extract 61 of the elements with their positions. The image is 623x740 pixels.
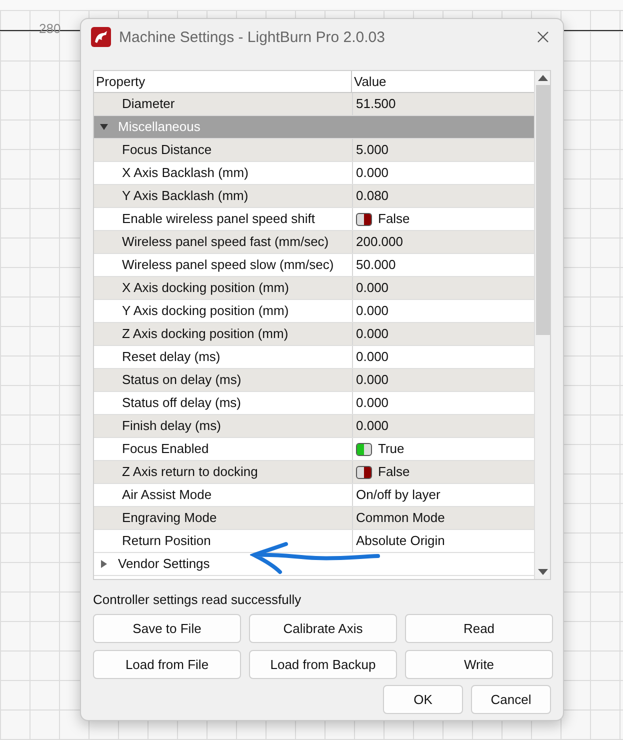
- action-button[interactable]: Write: [405, 650, 553, 679]
- property-value[interactable]: Absolute Origin: [353, 530, 534, 552]
- property-value[interactable]: 0.000: [353, 162, 534, 184]
- close-icon: [537, 31, 549, 43]
- property-value: False: [378, 210, 410, 228]
- property-value[interactable]: 0.080: [353, 185, 534, 207]
- toggle-switch[interactable]: [356, 442, 372, 456]
- property-value[interactable]: 51.500: [353, 93, 534, 115]
- property-name: Z Axis docking position (mm): [94, 323, 353, 345]
- dragon-logo-icon: [91, 27, 111, 47]
- property-name: Diameter: [94, 93, 353, 115]
- property-name: Return Position: [94, 530, 353, 552]
- action-button[interactable]: Calibrate Axis: [249, 614, 397, 643]
- property-value[interactable]: 0.000: [353, 369, 534, 391]
- cancel-button[interactable]: Cancel: [471, 685, 551, 714]
- property-value[interactable]: 50.000: [353, 254, 534, 276]
- scroll-up-icon[interactable]: [538, 75, 548, 81]
- property-name: Wireless panel speed fast (mm/sec): [94, 231, 353, 253]
- property-name: Y Axis Backlash (mm): [94, 185, 353, 207]
- property-name: Z Axis return to docking: [94, 461, 353, 483]
- property-name: Focus Distance: [94, 139, 353, 161]
- property-value[interactable]: 0.000: [353, 277, 534, 299]
- action-button[interactable]: Read: [405, 614, 553, 643]
- property-name: Wireless panel speed slow (mm/sec): [94, 254, 353, 276]
- scroll-thumb[interactable]: [536, 85, 550, 335]
- toggle-switch[interactable]: [356, 212, 372, 226]
- action-button[interactable]: Load from Backup: [249, 650, 397, 679]
- action-button[interactable]: Load from File: [93, 650, 241, 679]
- property-name: Engraving Mode: [94, 507, 353, 529]
- property-value: False: [378, 463, 410, 481]
- property-name: Finish delay (ms): [94, 415, 353, 437]
- property-name: Enable wireless panel speed shift: [94, 208, 353, 230]
- property-value[interactable]: 0.000: [353, 346, 534, 368]
- property-name: Focus Enabled: [94, 438, 353, 460]
- property-name: Y Axis docking position (mm): [94, 300, 353, 322]
- toggle-switch[interactable]: [356, 466, 372, 478]
- column-header[interactable]: Value: [352, 71, 534, 92]
- expanded-icon: [100, 123, 108, 131]
- column-header[interactable]: Property: [94, 71, 352, 92]
- action-button[interactable]: Save to File: [93, 614, 241, 643]
- property-value[interactable]: Common Mode: [353, 507, 534, 529]
- property-name: Status on delay (ms): [94, 369, 353, 391]
- collapsed-icon: [100, 560, 108, 568]
- property-value[interactable]: 0.000: [353, 392, 534, 414]
- property-name: X Axis docking position (mm): [94, 277, 353, 299]
- scrollbar[interactable]: [534, 71, 550, 579]
- property-value: True: [378, 440, 404, 458]
- property-name: X Axis Backlash (mm): [94, 162, 353, 184]
- property-name: Status off delay (ms): [94, 392, 353, 414]
- property-value[interactable]: On/off by layer: [353, 484, 534, 506]
- property-value[interactable]: 0.000: [353, 300, 534, 322]
- property-name: Reset delay (ms): [94, 346, 353, 368]
- scroll-down-icon[interactable]: [538, 569, 548, 575]
- status-message: Controller settings read successfully: [93, 592, 302, 608]
- property-value[interactable]: 200.000: [353, 231, 534, 253]
- property-value[interactable]: 0.000: [353, 323, 534, 345]
- ok-button[interactable]: OK: [383, 685, 463, 714]
- property-value[interactable]: 0.000: [353, 415, 534, 437]
- window-title: Machine Settings - LightBurn Pro 2.0.03: [119, 28, 386, 46]
- property-value[interactable]: 5.000: [353, 139, 534, 161]
- property-name: Air Assist Mode: [94, 484, 353, 506]
